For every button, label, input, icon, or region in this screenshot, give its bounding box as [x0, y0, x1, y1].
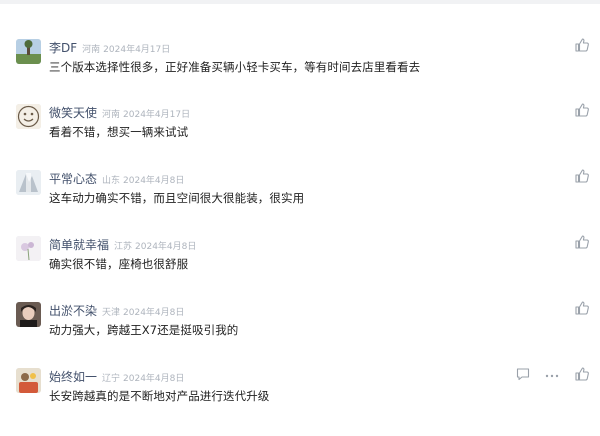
comment-author[interactable]: 出淤不染	[49, 302, 97, 319]
comment-text: 动力强大，跨越王X7还是挺吸引我的	[49, 323, 239, 337]
thumbs-up-icon[interactable]	[574, 366, 590, 382]
thumbs-up-icon[interactable]	[574, 37, 590, 53]
comment-region: 天津	[102, 308, 121, 318]
comment-date: 2024年4月8日	[123, 308, 185, 318]
avatar[interactable]	[16, 302, 41, 327]
comment-author[interactable]: 李DF	[49, 39, 77, 56]
comment-item: 出淤不染 天津 2024年4月8日 动力强大，跨越王X7还是挺吸引我的	[0, 300, 600, 360]
comment-date: 2024年4月17日	[103, 45, 171, 55]
avatar[interactable]	[16, 104, 41, 129]
thumbs-up-icon[interactable]	[574, 102, 590, 118]
comment-icon[interactable]	[515, 366, 531, 382]
comment-date: 2024年4月8日	[135, 242, 197, 252]
comment-item: 始终如一 辽宁 2024年4月8日 长安跨越真的是不断地对产品进行迭代升级	[0, 366, 600, 426]
comment-text: 看着不错，想买一辆来试试	[49, 125, 189, 139]
comment-text: 这车动力确实不错，而且空间很大很能装，很实用	[49, 191, 305, 205]
comment-text: 确实很不错，座椅也很舒服	[49, 257, 189, 271]
avatar[interactable]	[16, 368, 41, 393]
comment-date: 2024年4月17日	[123, 110, 191, 120]
comment-text: 三个版本选择性很多，正好准备买辆小轻卡买车，等有时间去店里看看去	[49, 60, 421, 74]
avatar[interactable]	[16, 170, 41, 195]
comment-date: 2024年4月8日	[123, 176, 185, 186]
comment-author[interactable]: 简单就幸福	[49, 236, 109, 253]
comment-region: 河南	[102, 110, 121, 120]
more-icon[interactable]	[544, 368, 560, 384]
comment-region: 河南	[82, 45, 101, 55]
comment-author[interactable]: 微笑天使	[49, 104, 97, 121]
comment-item: 平常心态 山东 2024年4月8日 这车动力确实不错，而且空间很大很能装，很实用	[0, 168, 600, 228]
comment-date: 2024年4月8日	[123, 374, 185, 384]
avatar[interactable]	[16, 39, 41, 64]
avatar[interactable]	[16, 236, 41, 261]
top-divider	[0, 0, 600, 4]
comment-author[interactable]: 始终如一	[49, 368, 97, 385]
comment-region: 江苏	[114, 242, 133, 252]
comment-region: 辽宁	[102, 374, 121, 384]
comment-author[interactable]: 平常心态	[49, 170, 97, 187]
comment-text: 长安跨越真的是不断地对产品进行迭代升级	[49, 389, 270, 403]
comment-region: 山东	[102, 176, 121, 186]
comment-item: 李DF 河南 2024年4月17日 三个版本选择性很多，正好准备买辆小轻卡买车，…	[0, 37, 600, 97]
comment-item: 微笑天使 河南 2024年4月17日 看着不错，想买一辆来试试	[0, 102, 600, 162]
thumbs-up-icon[interactable]	[574, 234, 590, 250]
comment-item: 简单就幸福 江苏 2024年4月8日 确实很不错，座椅也很舒服	[0, 234, 600, 294]
thumbs-up-icon[interactable]	[574, 300, 590, 316]
thumbs-up-icon[interactable]	[574, 168, 590, 184]
